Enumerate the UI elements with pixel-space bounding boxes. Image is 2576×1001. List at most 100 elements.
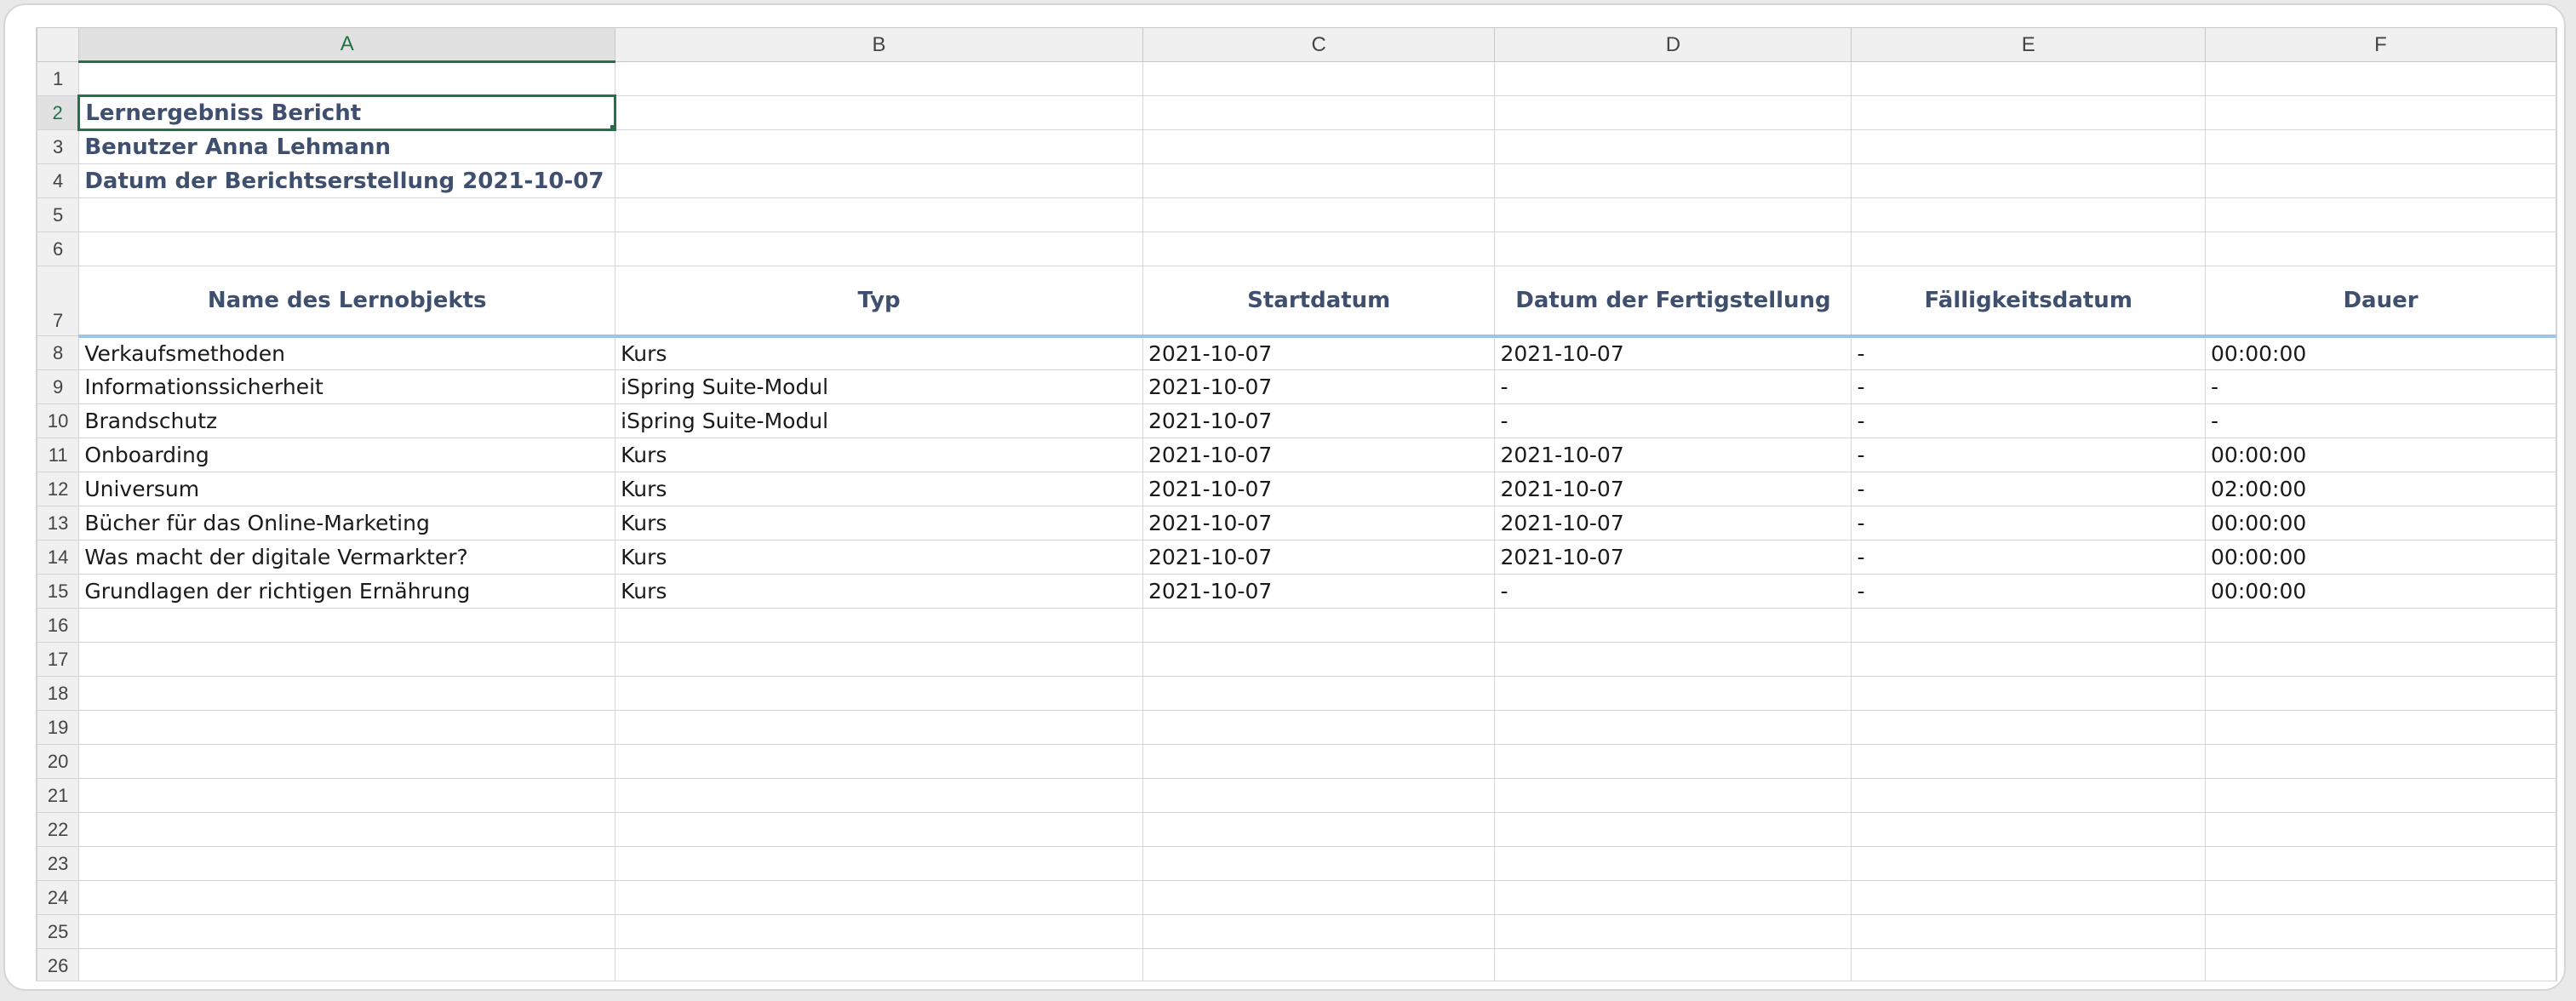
- cell-f25[interactable]: [2205, 914, 2556, 949]
- cell-e21[interactable]: [1851, 778, 2207, 813]
- cell-b13[interactable]: Kurs: [615, 506, 1143, 541]
- cell-d21[interactable]: [1494, 778, 1852, 813]
- cell-e22[interactable]: [1851, 812, 2207, 847]
- row-header-2[interactable]: 2: [37, 95, 80, 130]
- cell-d18[interactable]: [1494, 676, 1852, 711]
- cell-d1[interactable]: [1494, 61, 1852, 96]
- cell-c15[interactable]: 2021-10-07: [1142, 574, 1496, 609]
- cell-f19[interactable]: [2205, 710, 2556, 745]
- cell-d11[interactable]: 2021-10-07: [1494, 438, 1852, 472]
- cell-d7[interactable]: Datum der Fertigstellung: [1494, 266, 1852, 338]
- cell-e24[interactable]: [1851, 880, 2207, 915]
- cell-b16[interactable]: [615, 608, 1143, 643]
- cell-f13[interactable]: 00:00:00: [2205, 506, 2556, 541]
- cell-b7[interactable]: Typ: [615, 266, 1143, 338]
- cell-f21[interactable]: [2205, 778, 2556, 813]
- cell-a3[interactable]: Benutzer Anna Lehmann: [78, 129, 616, 164]
- cell-e9[interactable]: -: [1851, 369, 2207, 404]
- cell-b11[interactable]: Kurs: [615, 438, 1143, 472]
- cell-d24[interactable]: [1494, 880, 1852, 915]
- cell-d25[interactable]: [1494, 914, 1852, 949]
- row-header-8[interactable]: 8: [37, 335, 80, 370]
- cell-d13[interactable]: 2021-10-07: [1494, 506, 1852, 541]
- cell-b8[interactable]: Kurs: [615, 335, 1143, 370]
- cell-f26[interactable]: [2205, 948, 2556, 981]
- cell-c14[interactable]: 2021-10-07: [1142, 540, 1496, 575]
- row-header-12[interactable]: 12: [37, 472, 80, 506]
- cell-f8[interactable]: 00:00:00: [2205, 335, 2556, 370]
- cell-e12[interactable]: -: [1851, 472, 2207, 506]
- cell-e7[interactable]: Fälligkeitsdatum: [1851, 266, 2207, 338]
- cell-f6[interactable]: [2205, 232, 2556, 266]
- cell-a23[interactable]: [78, 846, 616, 881]
- cell-c21[interactable]: [1142, 778, 1496, 813]
- cell-f16[interactable]: [2205, 608, 2556, 643]
- row-header-26[interactable]: 26: [37, 948, 80, 981]
- cell-c20[interactable]: [1142, 744, 1496, 779]
- cell-b15[interactable]: Kurs: [615, 574, 1143, 609]
- cell-b24[interactable]: [615, 880, 1143, 915]
- cell-c6[interactable]: [1142, 232, 1496, 266]
- cell-c26[interactable]: [1142, 948, 1496, 981]
- cell-d6[interactable]: [1494, 232, 1852, 266]
- cell-f22[interactable]: [2205, 812, 2556, 847]
- cell-c9[interactable]: 2021-10-07: [1142, 369, 1496, 404]
- cell-b18[interactable]: [615, 676, 1143, 711]
- row-header-15[interactable]: 15: [37, 574, 80, 609]
- column-header-a[interactable]: A: [78, 27, 616, 63]
- cell-c4[interactable]: [1142, 163, 1496, 198]
- row-header-9[interactable]: 9: [37, 369, 80, 404]
- cell-b6[interactable]: [615, 232, 1143, 266]
- cell-c12[interactable]: 2021-10-07: [1142, 472, 1496, 506]
- row-header-7[interactable]: 7: [37, 266, 80, 336]
- cell-c19[interactable]: [1142, 710, 1496, 745]
- cell-d3[interactable]: [1494, 129, 1852, 164]
- cell-c5[interactable]: [1142, 197, 1496, 232]
- cell-c8[interactable]: 2021-10-07: [1142, 335, 1496, 370]
- row-header-5[interactable]: 5: [37, 197, 80, 232]
- cell-d9[interactable]: -: [1494, 369, 1852, 404]
- row-header-16[interactable]: 16: [37, 608, 80, 643]
- row-header-14[interactable]: 14: [37, 540, 80, 575]
- cell-b5[interactable]: [615, 197, 1143, 232]
- cell-b4[interactable]: [615, 163, 1143, 198]
- cell-d4[interactable]: [1494, 163, 1852, 198]
- cell-d12[interactable]: 2021-10-07: [1494, 472, 1852, 506]
- cell-b19[interactable]: [615, 710, 1143, 745]
- cell-e19[interactable]: [1851, 710, 2207, 745]
- cell-f1[interactable]: [2205, 61, 2556, 96]
- cell-d5[interactable]: [1494, 197, 1852, 232]
- cell-c22[interactable]: [1142, 812, 1496, 847]
- cell-e2[interactable]: [1851, 95, 2207, 130]
- cell-e16[interactable]: [1851, 608, 2207, 643]
- cell-c24[interactable]: [1142, 880, 1496, 915]
- cell-e1[interactable]: [1851, 61, 2207, 96]
- cell-d14[interactable]: 2021-10-07: [1494, 540, 1852, 575]
- cell-d10[interactable]: -: [1494, 403, 1852, 438]
- cell-c25[interactable]: [1142, 914, 1496, 949]
- cell-a24[interactable]: [78, 880, 616, 915]
- cell-e25[interactable]: [1851, 914, 2207, 949]
- cell-e13[interactable]: -: [1851, 506, 2207, 541]
- cell-e4[interactable]: [1851, 163, 2207, 198]
- cell-a2[interactable]: Lernergebniss Bericht: [77, 94, 617, 131]
- cell-b20[interactable]: [615, 744, 1143, 779]
- cell-a16[interactable]: [78, 608, 616, 643]
- row-header-17[interactable]: 17: [37, 642, 80, 677]
- cell-c18[interactable]: [1142, 676, 1496, 711]
- cell-a14[interactable]: Was macht der digitale Vermarkter?: [78, 540, 616, 575]
- cell-a20[interactable]: [78, 744, 616, 779]
- cell-c10[interactable]: 2021-10-07: [1142, 403, 1496, 438]
- cell-a9[interactable]: Informationssicherheit: [78, 369, 616, 404]
- cell-f9[interactable]: -: [2205, 369, 2556, 404]
- cell-a25[interactable]: [78, 914, 616, 949]
- cell-b17[interactable]: [615, 642, 1143, 677]
- cell-b1[interactable]: [615, 61, 1143, 96]
- cell-e11[interactable]: -: [1851, 438, 2207, 472]
- row-header-1[interactable]: 1: [37, 61, 80, 96]
- row-header-22[interactable]: 22: [37, 812, 80, 847]
- cell-f4[interactable]: [2205, 163, 2556, 198]
- cell-f14[interactable]: 00:00:00: [2205, 540, 2556, 575]
- cell-a11[interactable]: Onboarding: [78, 438, 616, 472]
- cell-a26[interactable]: [78, 948, 616, 981]
